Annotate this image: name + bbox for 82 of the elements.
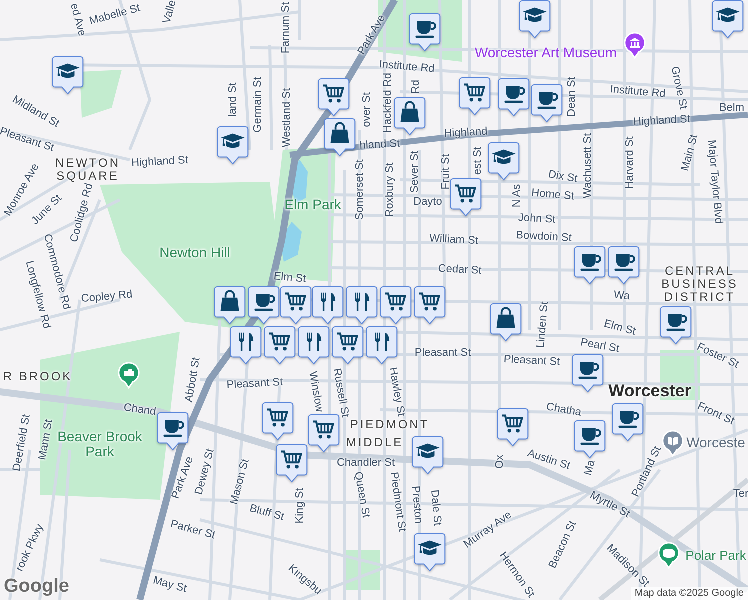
street-name: Chandler St: [336, 456, 396, 470]
street-name: Pleasant St: [414, 346, 472, 360]
street-name: William St: [429, 232, 479, 248]
street-name: Main St: [679, 133, 701, 173]
street-name: ed Ave: [68, 2, 88, 38]
district-name: R BROOK: [3, 370, 73, 384]
street-name: Chatha: [545, 400, 583, 420]
street-name: Preston: [409, 486, 425, 524]
street-name: Hackfeld Rd: [382, 73, 394, 133]
map-logo: Google: [4, 576, 70, 598]
street-name: Germain St: [252, 77, 264, 133]
street-name: Westland St: [280, 88, 294, 148]
street-name: Dix St: [548, 168, 578, 186]
district-name: CENTRAL BUSINESS DISTRICT: [660, 265, 740, 305]
street-name: Valle: [161, 0, 179, 25]
street-name: Coolidge Rd: [68, 182, 96, 244]
street-name: Highland St: [633, 113, 691, 129]
street-name: Wachusett St: [582, 134, 594, 198]
street-name: John St: [518, 212, 556, 226]
street-name: Pleasant St: [504, 354, 560, 368]
district-name: PIEDMONT: [350, 418, 430, 432]
street-name: Bowdoin St: [516, 230, 572, 244]
city-name: Worcester: [608, 382, 692, 402]
street-name: Roxbury St: [384, 162, 396, 218]
street-name: Linden St: [534, 301, 552, 349]
street-name: hland St: [360, 138, 400, 152]
street-name: rook Pkwy: [14, 522, 46, 574]
street-name: Pearl St: [580, 336, 620, 356]
street-name: Chand: [123, 402, 157, 418]
street-name: Piedmont St: [388, 472, 408, 532]
street-name: land St: [226, 82, 240, 118]
park-name: Beaver Brook Park: [56, 430, 144, 460]
street-name: Somerset St: [354, 160, 366, 220]
street-name: Austin St: [526, 447, 572, 473]
street-name: Dewey St: [193, 448, 217, 496]
street-name: over St: [360, 92, 374, 128]
district-name: NEWTON SQUARE: [54, 156, 122, 183]
street-name: Ma: [582, 459, 598, 477]
street-name: est St: [472, 146, 484, 176]
street-name: Parker St: [169, 518, 217, 542]
street-name: Hawley St: [386, 366, 408, 418]
street-name: Institute Rd: [610, 84, 666, 100]
place-name: Worceste: [686, 435, 746, 451]
street-name: Harvard St: [624, 136, 636, 190]
street-name: Queen St: [352, 471, 372, 519]
street-name: Dale St: [428, 490, 444, 526]
street-name: Deerfield St: [11, 414, 33, 472]
street-name: Cedar St: [438, 262, 482, 278]
street-name: May St: [152, 574, 188, 596]
park-name: Newton Hill: [160, 245, 230, 261]
street-name: Farnum St: [280, 2, 292, 54]
place-name: Worcester Art Museum: [474, 45, 618, 61]
street-name: Abbott St: [183, 356, 203, 404]
street-name: Mabelle St: [88, 2, 142, 28]
street-name: Wa: [613, 289, 631, 303]
street-name: Front St: [696, 400, 736, 428]
street-name: King St: [294, 488, 306, 524]
street-name: Elm St: [273, 270, 307, 286]
street-name: Ox: [494, 454, 506, 470]
park-name: Polar Park: [686, 548, 746, 564]
street-name: Dean St: [566, 77, 578, 117]
park-name: Elm Park: [284, 197, 342, 213]
street-name: Major Taylor Blvd: [705, 140, 725, 224]
street-name: Fruit St: [440, 154, 452, 190]
map-attribution: Map data ©2025 Google: [630, 587, 748, 600]
street-name: Sever St: [408, 150, 422, 194]
street-name: Highland: [444, 126, 488, 140]
street-name: Elm St: [602, 318, 638, 338]
street-name: Grove St: [668, 66, 690, 110]
street-name: Highland St: [131, 154, 189, 170]
street-name: Russell St: [330, 368, 352, 418]
street-name: Dayto: [414, 196, 442, 208]
street-name: Rd: [410, 80, 422, 94]
street-name: Ter: [733, 488, 748, 500]
street-name: Pleasant St: [226, 376, 284, 392]
district-name: MIDDLE: [346, 436, 404, 450]
street-name: Home St: [531, 187, 575, 203]
street-name: Mann St: [36, 418, 56, 462]
street-name: Winslow: [306, 370, 326, 414]
street-name: Belm: [719, 102, 745, 114]
street-name: N As: [510, 184, 524, 208]
street-name: Copley Rd: [80, 288, 134, 306]
